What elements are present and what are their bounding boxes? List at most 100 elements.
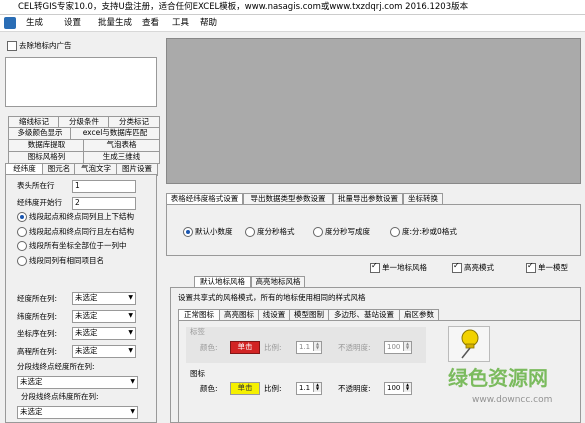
icon-opacity-label: 不透明度: [338, 384, 371, 393]
format-radio-dms[interactable] [245, 227, 255, 237]
icon-scale-label: 比例: [264, 384, 282, 393]
menu-help[interactable]: 帮助 [198, 17, 219, 30]
single-model-checkbox[interactable]: 单一模型 [526, 263, 568, 274]
menu-tools[interactable]: 工具 [170, 17, 191, 30]
segment-lat-value: 未选定 [20, 407, 43, 416]
remove-ads-box[interactable] [7, 41, 17, 51]
format-option-decimal[interactable]: 默认小数度 [183, 227, 233, 238]
structure-option-3-label: 线段所有坐标全部位于一列中 [29, 241, 127, 250]
label-group-title: 标签 [190, 327, 205, 336]
header-row-label: 表头所在行 [17, 181, 55, 190]
menu-settings[interactable]: 设置 [62, 17, 83, 30]
icon-scale-spinner[interactable]: 1.1 ▲ ▼ [296, 382, 322, 395]
elevation-column-label: 高程所在列: [17, 347, 58, 356]
menu-bar: 生成 设置 批量生成 查看 工具 帮助 [0, 15, 585, 32]
spinner-arrows-icon[interactable]: ▲ ▼ [403, 383, 411, 392]
structure-radio-3[interactable] [17, 241, 27, 251]
high-mode-label: 高亮模式 [464, 263, 494, 272]
structure-option-2[interactable]: 线段起点和终点同行且左右结构 [17, 227, 134, 238]
elevation-column-select[interactable]: 未选定 ▼ [72, 345, 136, 358]
structure-option-2-label: 线段起点和终点同行且左右结构 [29, 227, 134, 236]
spinner-arrows-icon[interactable]: ▲ ▼ [313, 383, 321, 392]
segment-lon-value: 未选定 [20, 377, 43, 386]
lon-column-value: 未选定 [75, 293, 98, 302]
label-scale-label: 比例: [264, 343, 282, 352]
structure-radio-4[interactable] [17, 256, 27, 266]
icon-color-button[interactable]: 单击 [230, 382, 260, 395]
elevation-column-value: 未选定 [75, 346, 98, 355]
chevron-down-icon: ▼ [128, 329, 133, 336]
spinner-arrows-icon[interactable]: ▲ ▼ [313, 342, 321, 351]
segment-lat-select[interactable]: 未选定 ▼ [17, 406, 138, 419]
menu-generate[interactable]: 生成 [24, 17, 45, 30]
single-style-box[interactable] [370, 263, 380, 273]
style-description: 设置共享式的风格模式，所有的地标使用相同的样式风格 [178, 293, 366, 302]
structure-option-1[interactable]: 线段起点和终点同列且上下结构 [17, 212, 134, 223]
label-scale-spinner[interactable]: 1.1 ▲ ▼ [296, 341, 322, 354]
chevron-down-icon: ▼ [128, 294, 133, 301]
remove-ads-label: 去除地标内广告 [19, 41, 72, 50]
structure-option-3[interactable]: 线段所有坐标全部位于一列中 [17, 241, 127, 252]
label-scale-value: 1.1 [299, 343, 311, 351]
label-opacity-label: 不透明度: [338, 343, 371, 352]
format-option-decimal-label: 默认小数度 [195, 227, 233, 236]
format-radio-dms-degree[interactable] [313, 227, 323, 237]
single-model-box[interactable] [526, 263, 536, 273]
icon-opacity-value: 100 [387, 384, 401, 392]
coord-order-column-value: 未选定 [75, 328, 98, 337]
chevron-down-icon: ▼ [130, 378, 135, 385]
format-option-dms[interactable]: 度分秒格式 [245, 227, 295, 238]
structure-option-1-label: 线段起点和终点同列且上下结构 [29, 212, 134, 221]
start-row-label: 经纬度开始行 [17, 198, 62, 207]
lat-column-value: 未选定 [75, 311, 98, 320]
structure-option-4[interactable]: 线段同列有相同项目名 [17, 256, 104, 267]
format-option-colon-label: 度:分:秒或0格式 [402, 227, 457, 236]
single-model-label: 单一模型 [538, 263, 568, 272]
icon-group-title: 图标 [190, 369, 205, 378]
remove-ads-checkbox[interactable]: 去除地标内广告 [7, 41, 72, 52]
start-row-input[interactable]: 2 [72, 197, 136, 210]
structure-radio-2[interactable] [17, 227, 27, 237]
format-radio-decimal[interactable] [183, 227, 193, 237]
lat-column-select[interactable]: 未选定 ▼ [72, 310, 136, 323]
menu-view[interactable]: 查看 [140, 17, 161, 30]
spinner-arrows-icon[interactable]: ▲ ▼ [403, 342, 411, 351]
coord-order-column-select[interactable]: 未选定 ▼ [72, 327, 136, 340]
high-mode-checkbox[interactable]: 高亮模式 [452, 263, 494, 274]
icon-preview-button[interactable] [448, 326, 490, 362]
label-color-label: 颜色: [200, 343, 218, 352]
chevron-down-icon: ▼ [128, 312, 133, 319]
label-color-button[interactable]: 单击 [230, 341, 260, 354]
segment-lon-select[interactable]: 未选定 ▼ [17, 376, 138, 389]
window-title: CEL转GIS专家10.0，支持U盘注册，适合任何EXCEL模板，www.nas… [0, 0, 585, 15]
label-opacity-value: 100 [387, 343, 401, 351]
format-option-dms-degree[interactable]: 度分秒写成度 [313, 227, 370, 238]
high-mode-box[interactable] [452, 263, 462, 273]
ad-text-area[interactable] [5, 57, 157, 107]
lat-column-label: 纬度所在列: [17, 312, 58, 321]
single-style-checkbox[interactable]: 单一地标风格 [370, 263, 427, 274]
icon-color-label: 颜色: [200, 384, 218, 393]
format-option-dms-label: 度分秒格式 [257, 227, 295, 236]
coord-order-column-label: 坐标序在列: [17, 329, 58, 338]
menu-batch-generate[interactable]: 批量生成 [96, 17, 134, 30]
data-grid-area[interactable] [166, 38, 581, 184]
chevron-down-icon: ▼ [128, 347, 133, 354]
app-menu-icon[interactable] [4, 17, 16, 29]
label-opacity-spinner[interactable]: 100 ▲ ▼ [384, 341, 412, 354]
lon-column-select[interactable]: 未选定 ▼ [72, 292, 136, 305]
segment-lon-label: 分段线终点经度所在列: [17, 362, 95, 371]
format-option-colon[interactable]: 度:分:秒或0格式 [390, 227, 457, 238]
chevron-down-icon: ▼ [130, 408, 135, 415]
structure-radio-1[interactable] [17, 212, 27, 222]
format-radio-colon[interactable] [390, 227, 400, 237]
icon-opacity-spinner[interactable]: 100 ▲ ▼ [384, 382, 412, 395]
format-option-dms-degree-label: 度分秒写成度 [325, 227, 370, 236]
icon-scale-value: 1.1 [299, 384, 311, 392]
segment-lat-label: 分段线终点纬度所在列: [21, 392, 99, 401]
pushpin-icon [461, 329, 479, 359]
structure-option-4-label: 线段同列有相同项目名 [29, 256, 104, 265]
lon-column-label: 经度所在列: [17, 294, 58, 303]
header-row-input[interactable]: 1 [72, 180, 136, 193]
single-style-label: 单一地标风格 [382, 263, 427, 272]
